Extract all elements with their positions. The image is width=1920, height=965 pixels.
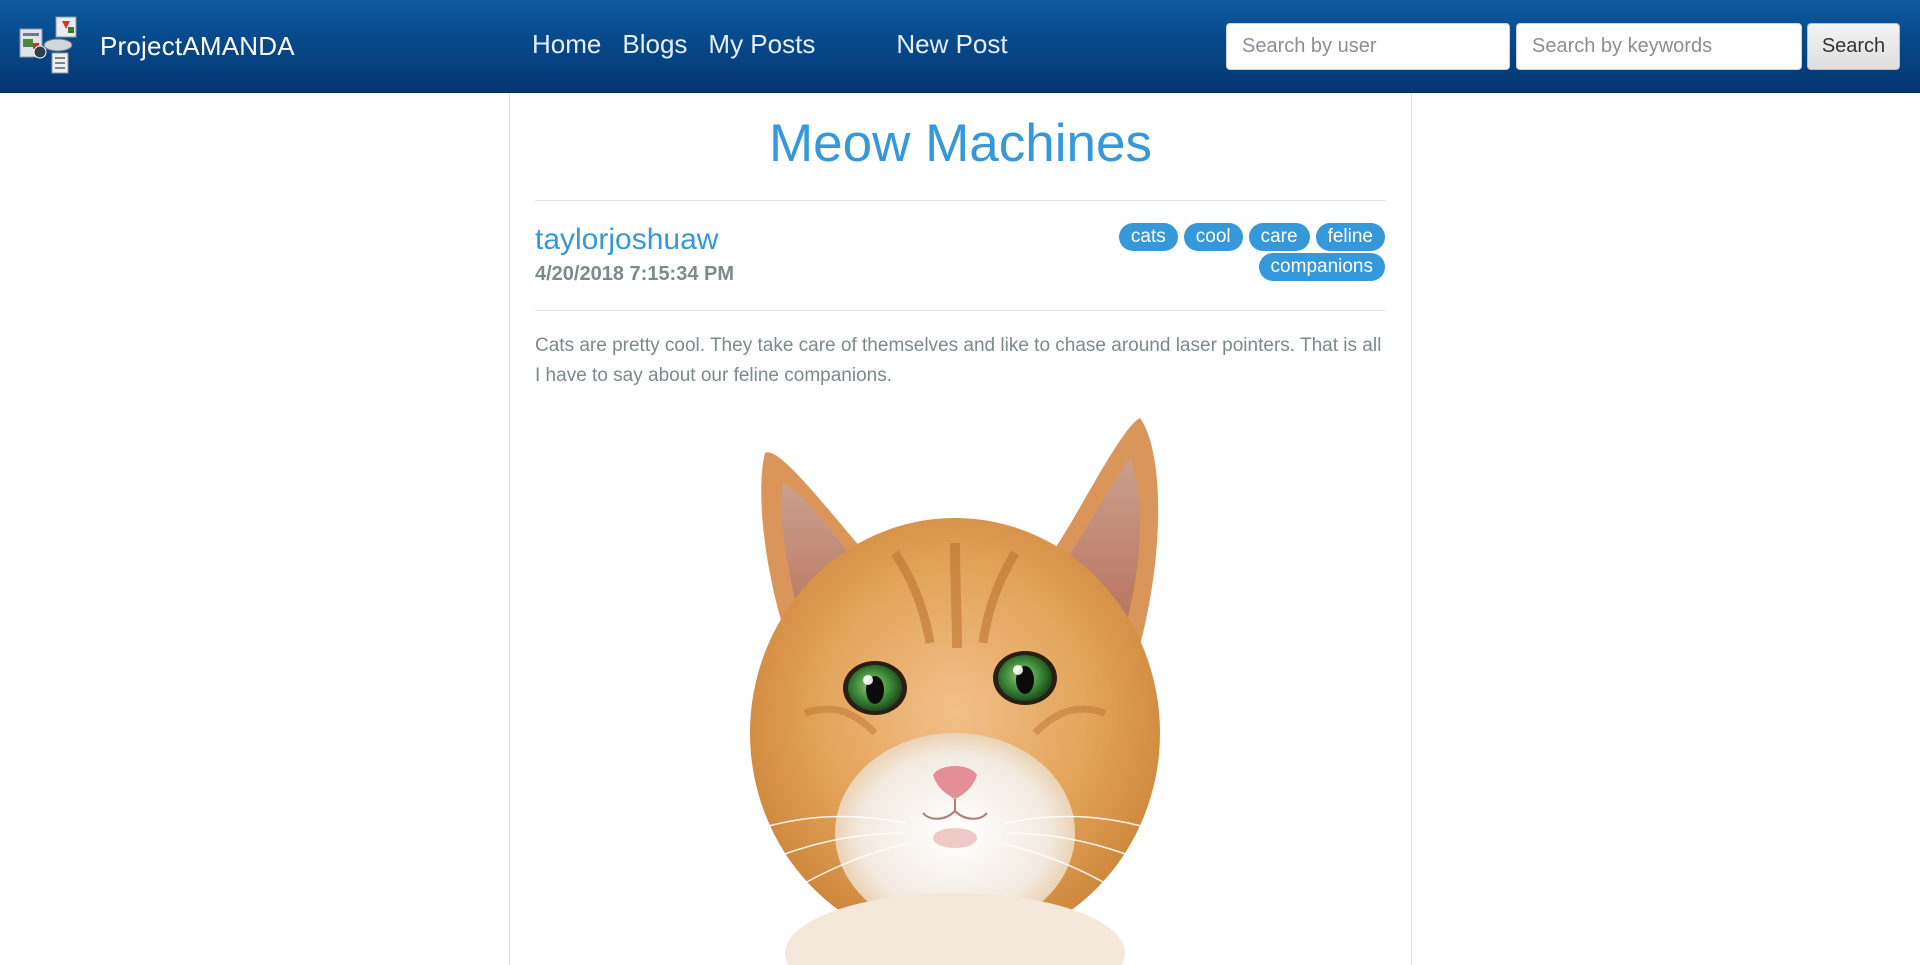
post-timestamp: 4/20/2018 7:15:34 PM	[535, 263, 735, 285]
divider-top	[535, 200, 1386, 201]
tag-companions[interactable]: companions	[1258, 253, 1385, 281]
tag-list: cats cool care feline companions	[1085, 223, 1385, 281]
post-panel: Meow Machines taylorjoshuaw 4/20/2018 7:…	[509, 93, 1412, 965]
top-navbar: ProjectAMANDA Home Blogs My Posts New Po…	[0, 0, 1920, 93]
main-nav: Home Blogs My Posts New Post	[532, 29, 1029, 60]
nav-my-posts[interactable]: My Posts	[708, 29, 815, 60]
brand-name: ProjectAMANDA	[100, 30, 295, 61]
nav-home[interactable]: Home	[532, 29, 601, 60]
tag-cats[interactable]: cats	[1118, 223, 1178, 251]
post-title: Meow Machines	[769, 114, 1152, 173]
tag-care[interactable]: care	[1248, 223, 1310, 251]
search-by-keywords-input[interactable]	[1516, 23, 1802, 70]
post-author-link[interactable]: taylorjoshuaw	[535, 223, 718, 257]
search-button[interactable]: Search	[1807, 23, 1900, 70]
nav-blogs[interactable]: Blogs	[622, 29, 687, 60]
brand-logo-icon	[19, 16, 77, 74]
kitten-photo-icon	[744, 418, 1166, 965]
divider-bottom	[535, 310, 1386, 311]
tag-feline[interactable]: feline	[1315, 223, 1385, 251]
tag-cool[interactable]: cool	[1183, 223, 1243, 251]
nav-new-post[interactable]: New Post	[896, 29, 1007, 60]
search-by-user-input[interactable]	[1226, 23, 1510, 70]
brand-link[interactable]: ProjectAMANDA	[18, 14, 295, 78]
post-body-text: Cats are pretty cool. They take care of …	[535, 335, 1382, 386]
